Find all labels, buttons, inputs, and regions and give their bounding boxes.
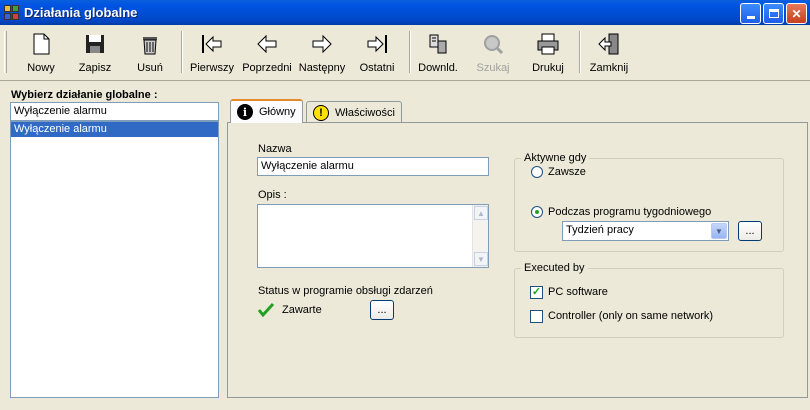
download-device-icon [429,34,447,54]
controller-label: Controller (only on same network) [548,310,714,322]
close-window-button[interactable]: ✕ [786,3,807,24]
next-button[interactable]: Następny [297,30,347,76]
trash-can-icon [143,37,157,55]
scroll-down-icon[interactable]: ▼ [474,252,488,266]
description-label: Opis : [258,189,287,201]
schedule-browse-button[interactable]: ... [738,221,762,241]
status-value: Zawarte [282,304,322,316]
maximize-button[interactable] [763,3,784,24]
description-textarea[interactable]: ▲ ▼ [257,204,489,268]
executed-by-group: Executed by [514,262,784,338]
exit-button[interactable]: Zamknij [587,30,631,76]
toolbar-separator [181,31,183,73]
description-scrollbar[interactable]: ▲ ▼ [472,205,488,267]
pc-software-checkbox[interactable]: ✓ [530,286,543,299]
list-item[interactable]: Wyłączenie alarmu [11,122,218,137]
maximize-icon [768,9,779,18]
floppy-disk-icon [86,35,104,53]
printer-icon [537,33,559,55]
name-input[interactable]: Wyłączenie alarmu [257,157,489,176]
warning-icon: ! [313,104,329,121]
always-radio[interactable] [531,166,543,178]
toolbar-separator [579,31,581,73]
global-action-search-input[interactable]: Wyłączenie alarmu [10,102,219,121]
arrow-left-icon [257,34,277,54]
search-button[interactable]: Szukaj [474,30,512,76]
tab-properties[interactable]: ! Właściwości [306,101,402,123]
minimize-button[interactable] [740,3,761,24]
global-action-list[interactable]: Wyłączenie alarmu [10,121,219,398]
print-button[interactable]: Drukuj [528,30,568,76]
app-icon [4,4,20,21]
global-action-label: Wybierz działanie globalne : [11,89,158,101]
new-document-icon [33,33,50,55]
info-icon: i [237,104,253,120]
status-browse-button[interactable]: ... [370,300,394,320]
toolbar: Nowy Zapisz Usuń Pierwszy Poprzedni Nast… [0,25,810,81]
previous-button[interactable]: Poprzedni [241,30,293,76]
title-bar: Działania globalne [0,0,810,25]
executed-by-title: Executed by [521,262,588,274]
close-icon: ✕ [791,6,802,21]
delete-button[interactable]: Usuń [132,30,168,76]
search-icon [484,35,504,55]
arrow-right-icon [312,34,332,54]
save-button[interactable]: Zapisz [75,30,115,76]
controller-checkbox[interactable] [530,310,543,323]
tab-main[interactable]: i Główny [230,99,303,123]
toolbar-separator [409,31,411,73]
last-button[interactable]: Ostatni [357,30,397,76]
scroll-up-icon[interactable]: ▲ [474,206,488,220]
first-record-icon [202,35,222,53]
new-button[interactable]: Nowy [22,30,60,76]
schedule-select[interactable]: Tydzień pracy ▼ [562,221,729,241]
window-title: Działania globalne [24,5,138,20]
active-when-title: Aktywne gdy [521,152,590,164]
always-label: Zawsze [548,166,586,178]
status-label: Status w programie obsługi zdarzeń [258,285,433,297]
download-button[interactable]: Downld. [416,30,460,76]
checkmark-icon [258,302,274,318]
first-button[interactable]: Pierwszy [189,30,235,76]
name-label: Nazwa [258,143,292,155]
toolbar-grip[interactable] [4,31,7,73]
minimize-icon [746,16,755,19]
weekly-program-label: Podczas programu tygodniowego [548,206,712,218]
weekly-program-radio[interactable] [531,206,543,218]
chevron-down-icon[interactable]: ▼ [711,223,727,239]
last-record-icon [367,35,387,53]
exit-door-icon [598,33,619,55]
pc-software-label: PC software [548,286,608,298]
